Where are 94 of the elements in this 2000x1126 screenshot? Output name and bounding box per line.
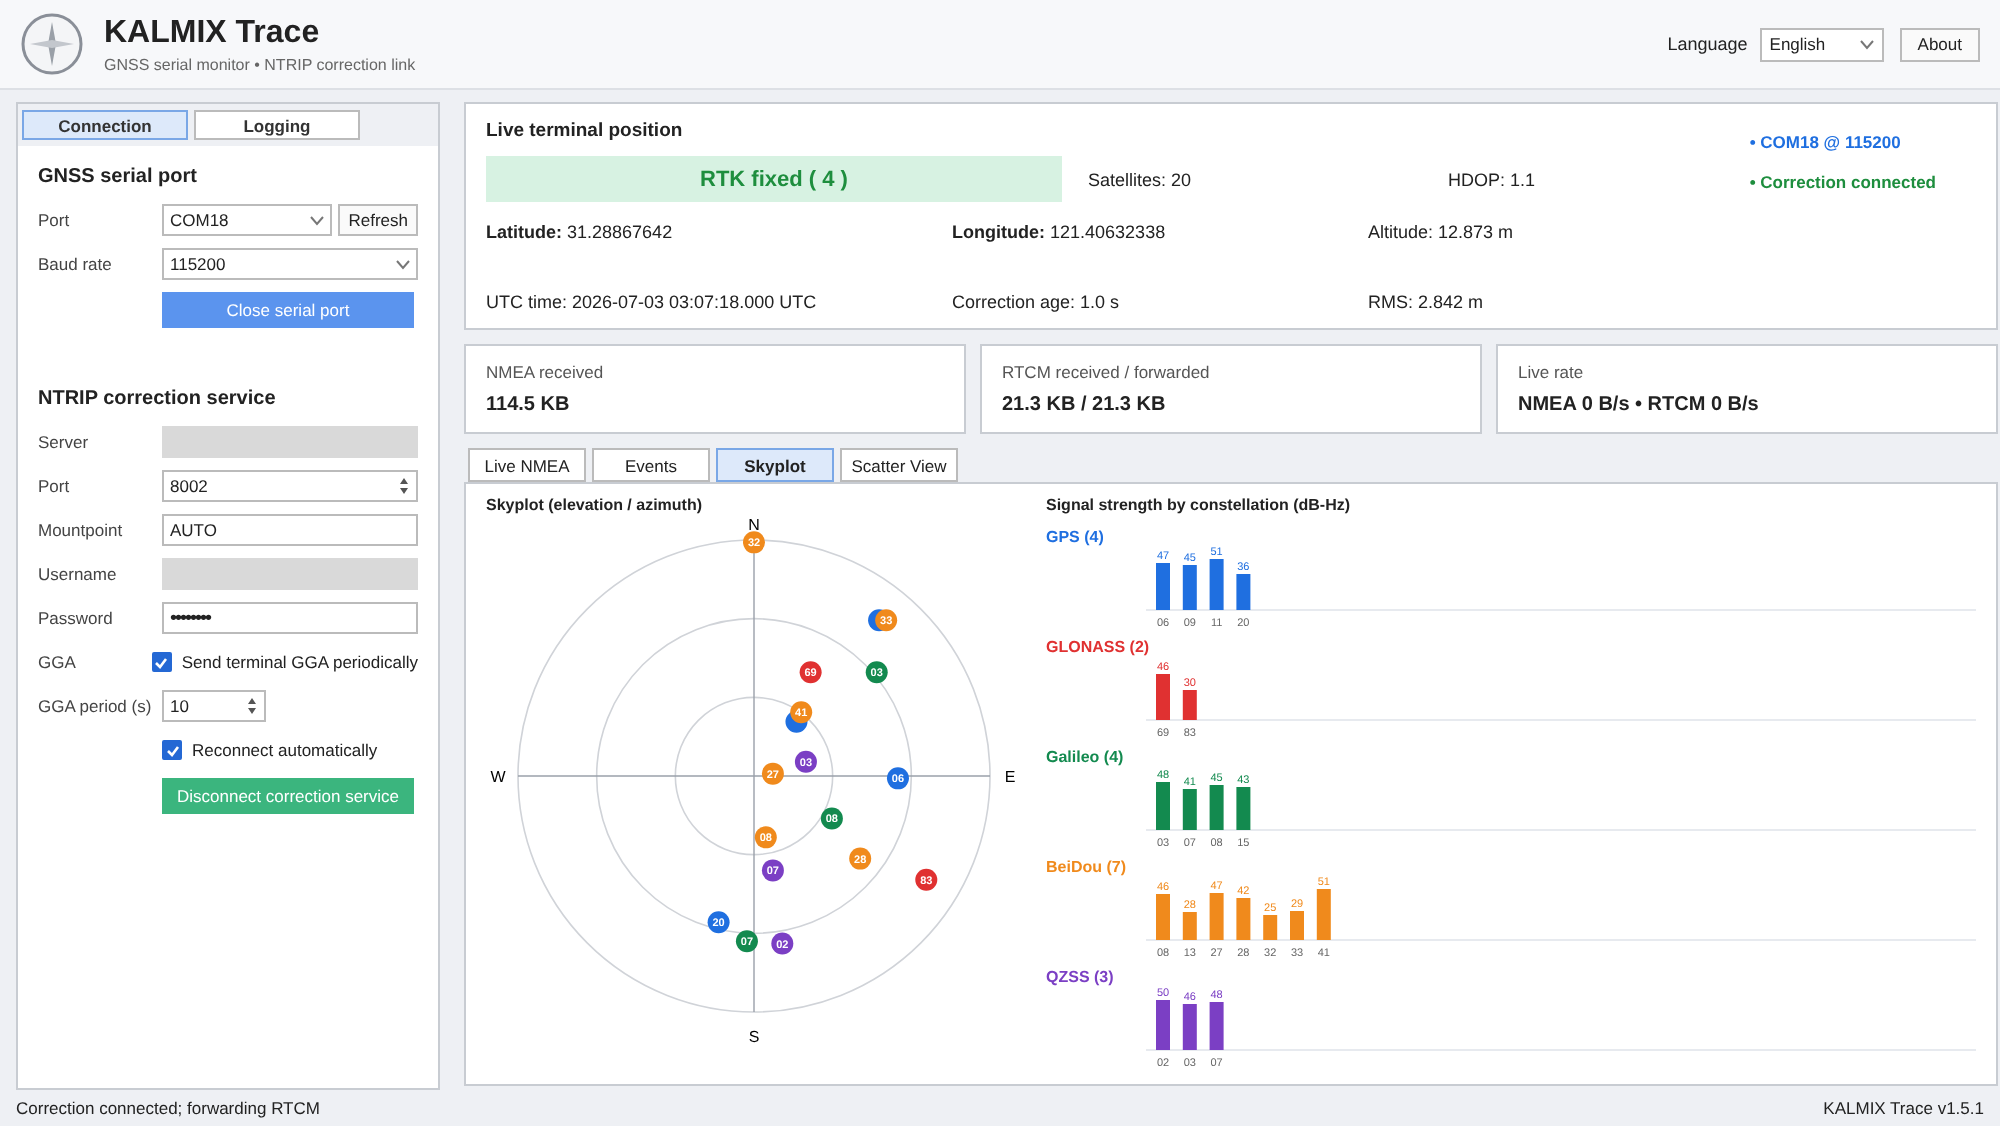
tab[interactable]: Skyplot bbox=[716, 448, 834, 482]
field-label: Password bbox=[38, 608, 115, 628]
signal-bar bbox=[1182, 690, 1197, 720]
chart-title: Signal strength by constellation (dB-Hz) bbox=[1046, 496, 1353, 514]
signal-bar bbox=[1316, 889, 1331, 940]
section-heading: GNSS serial port bbox=[38, 166, 199, 188]
compass-label: W bbox=[490, 768, 506, 786]
field-label: Baud rate bbox=[38, 254, 114, 274]
fix-status-banner: RTK fixed ( 4 ) bbox=[486, 156, 1062, 202]
altitude-value: Altitude: 12.873 m bbox=[1368, 222, 1514, 242]
tab[interactable]: Live NMEA bbox=[468, 448, 586, 482]
signal-bar bbox=[1236, 787, 1251, 830]
field-label: Port bbox=[38, 210, 72, 230]
constellation-label: GPS (4) bbox=[1046, 528, 1106, 546]
compass-label: N bbox=[748, 516, 760, 534]
number-field[interactable]: 8002 bbox=[162, 470, 418, 502]
longitude-value: 121.40632338 bbox=[1050, 222, 1166, 242]
latitude-value: 31.28867642 bbox=[567, 222, 673, 242]
stat-label: NMEA received bbox=[486, 362, 606, 382]
signal-bar bbox=[1156, 894, 1170, 940]
status-indicator: • Correction connected bbox=[1749, 172, 1936, 192]
spinner-icon[interactable] bbox=[246, 696, 258, 716]
language-label: Language bbox=[1667, 34, 1748, 54]
signal-bar bbox=[1209, 785, 1224, 830]
dropdown[interactable]: COM18 bbox=[162, 204, 333, 236]
constellation-label: QZSS (3) bbox=[1046, 968, 1116, 986]
version-label: KALMIX Trace v1.5.1 bbox=[1823, 1098, 1984, 1118]
longitude-label: Longitude: bbox=[952, 222, 1045, 242]
signal-bar bbox=[1156, 563, 1170, 610]
app-subtitle: GNSS serial monitor • NTRIP correction link bbox=[104, 55, 416, 73]
signal-bar bbox=[1182, 1004, 1197, 1050]
caret-icon bbox=[1859, 39, 1874, 49]
checkbox[interactable] bbox=[162, 740, 182, 760]
tab[interactable]: Logging bbox=[194, 110, 360, 140]
field-label: GGA period (s) bbox=[38, 696, 154, 716]
checkbox-label: Reconnect automatically bbox=[192, 740, 378, 760]
input-field[interactable]: AUTO bbox=[162, 514, 418, 546]
refresh-button[interactable]: Refresh bbox=[338, 204, 418, 236]
tab[interactable]: Scatter View bbox=[840, 448, 958, 482]
caret-icon bbox=[310, 215, 325, 225]
about-button[interactable]: About bbox=[1899, 27, 1980, 61]
satellites-value: Satellites: 20 bbox=[1088, 169, 1194, 189]
chart-title: Skyplot (elevation / azimuth) bbox=[486, 496, 705, 514]
constellation-label: GLONASS (2) bbox=[1046, 638, 1152, 656]
signal-bar bbox=[1209, 559, 1224, 610]
tab[interactable]: Connection bbox=[22, 110, 188, 140]
language-dropdown[interactable]: English bbox=[1759, 27, 1884, 61]
signal-bar bbox=[1209, 893, 1224, 940]
signal-bar bbox=[1236, 574, 1251, 610]
stat-value: 21.3 KB / 21.3 KB bbox=[1002, 394, 1168, 416]
correction-age: Correction age: 1.0 s bbox=[952, 292, 1120, 312]
status-indicator: • COM18 @ 115200 bbox=[1749, 132, 1903, 152]
hdop-value: HDOP: 1.1 bbox=[1448, 169, 1536, 189]
spinner-icon[interactable] bbox=[398, 476, 410, 496]
password-field[interactable]: •••••••• bbox=[162, 602, 418, 634]
compass-label: S bbox=[748, 1028, 760, 1046]
field-label: Mountpoint bbox=[38, 520, 125, 540]
signal-bar bbox=[1182, 789, 1197, 830]
input-field[interactable] bbox=[162, 426, 418, 458]
signal-bar bbox=[1156, 674, 1170, 720]
signal-bar bbox=[1209, 1002, 1224, 1050]
number-field[interactable]: 10 bbox=[162, 690, 266, 722]
latitude-label: Latitude: bbox=[486, 222, 562, 242]
signal-bar bbox=[1236, 898, 1251, 940]
caret-icon bbox=[396, 259, 410, 269]
app-title: KALMIX Trace bbox=[104, 15, 322, 51]
constellation-label: BeiDou (7) bbox=[1046, 858, 1128, 876]
panel-title: Live terminal position bbox=[486, 120, 683, 142]
utc-time: UTC time: 2026-07-03 03:07:18.000 UTC bbox=[486, 292, 817, 312]
signal-bar bbox=[1182, 912, 1197, 940]
field-label: GGA bbox=[38, 652, 78, 672]
dropdown[interactable]: 115200 bbox=[162, 248, 418, 280]
checkbox[interactable] bbox=[151, 652, 172, 672]
signal-bar bbox=[1156, 782, 1170, 830]
status-message: Correction connected; forwarding RTCM bbox=[16, 1098, 320, 1118]
signal-bar bbox=[1263, 915, 1278, 940]
checkbox-label: Send terminal GGA periodically bbox=[181, 652, 418, 672]
signal-bar bbox=[1156, 1000, 1170, 1050]
tab[interactable]: Events bbox=[592, 448, 710, 482]
compass-label: E bbox=[1004, 768, 1016, 786]
stat-value: NMEA 0 B/s • RTCM 0 B/s bbox=[1518, 394, 1761, 416]
field-label: Username bbox=[38, 564, 119, 584]
rms-value: RMS: 2.842 m bbox=[1368, 292, 1484, 312]
stat-label: Live rate bbox=[1518, 362, 1586, 382]
compass-logo-icon bbox=[20, 12, 84, 76]
signal-bar bbox=[1182, 565, 1197, 610]
constellation-label: Galileo (4) bbox=[1046, 748, 1126, 766]
input-field[interactable] bbox=[162, 558, 418, 590]
signal-bar bbox=[1290, 911, 1304, 940]
field-label: Server bbox=[38, 432, 91, 452]
stat-value: 114.5 KB bbox=[486, 394, 572, 416]
field-label: Port bbox=[38, 476, 72, 496]
section-heading: NTRIP correction service bbox=[38, 388, 278, 410]
stat-label: RTCM received / forwarded bbox=[1002, 362, 1212, 382]
